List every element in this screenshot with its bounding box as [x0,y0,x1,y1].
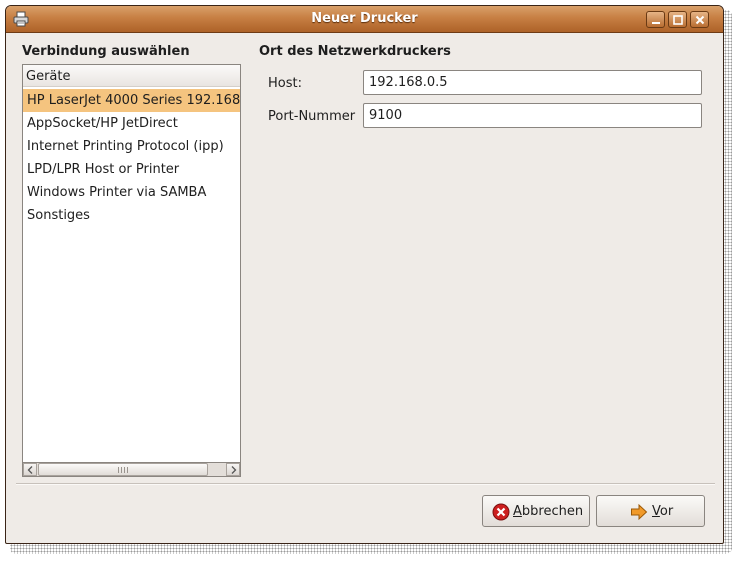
scroll-thumb[interactable] [38,463,208,476]
chevron-right-icon [231,466,237,474]
list-item-appsocket[interactable]: AppSocket/HP JetDirect [23,112,240,135]
port-input[interactable]: 9100 [363,103,702,128]
scroll-left-button[interactable] [23,463,37,476]
horizontal-scrollbar[interactable] [22,462,241,477]
cancel-label: Abbrechen [513,504,584,519]
forward-label: Vor [652,504,674,519]
close-icon [695,15,705,25]
chevron-left-icon [27,466,33,474]
list-column-header[interactable]: Geräte [23,65,240,87]
list-item-ipp[interactable]: Internet Printing Protocol (ipp) [23,135,240,158]
cancel-button[interactable]: Abbrechen [482,495,590,527]
connection-section-title: Verbindung auswählen [22,44,190,59]
forward-arrow-icon [630,503,648,521]
minimize-icon [652,22,660,24]
maximize-button[interactable] [668,11,687,28]
list-item-samba[interactable]: Windows Printer via SAMBA [23,181,240,204]
forward-button[interactable]: Vor [596,495,705,527]
host-label: Host: [268,76,302,91]
maximize-icon [673,15,683,25]
close-button[interactable] [690,11,709,28]
grip-icon [118,467,128,473]
list-item-lpd[interactable]: LPD/LPR Host or Printer [23,158,240,181]
minimize-button[interactable] [646,11,665,28]
network-printer-section-title: Ort des Netzwerkdruckers [259,44,451,59]
button-separator [16,483,715,485]
cancel-icon [492,503,510,521]
window-title: Neuer Drucker [311,11,418,26]
new-printer-dialog: Neuer Drucker Verbindung auswählen Gerät… [5,5,724,544]
list-item-other[interactable]: Sonstiges [23,204,240,227]
list-item-hp-laserjet[interactable]: HP LaserJet 4000 Series 192.168.0.5 [23,89,240,112]
titlebar[interactable]: Neuer Drucker [6,6,723,33]
connection-list[interactable]: Geräte HP LaserJet 4000 Series 192.168.0… [22,64,241,476]
port-label: Port-Nummer [268,109,356,124]
scroll-right-button[interactable] [226,463,240,476]
host-input[interactable]: 192.168.0.5 [363,70,702,95]
